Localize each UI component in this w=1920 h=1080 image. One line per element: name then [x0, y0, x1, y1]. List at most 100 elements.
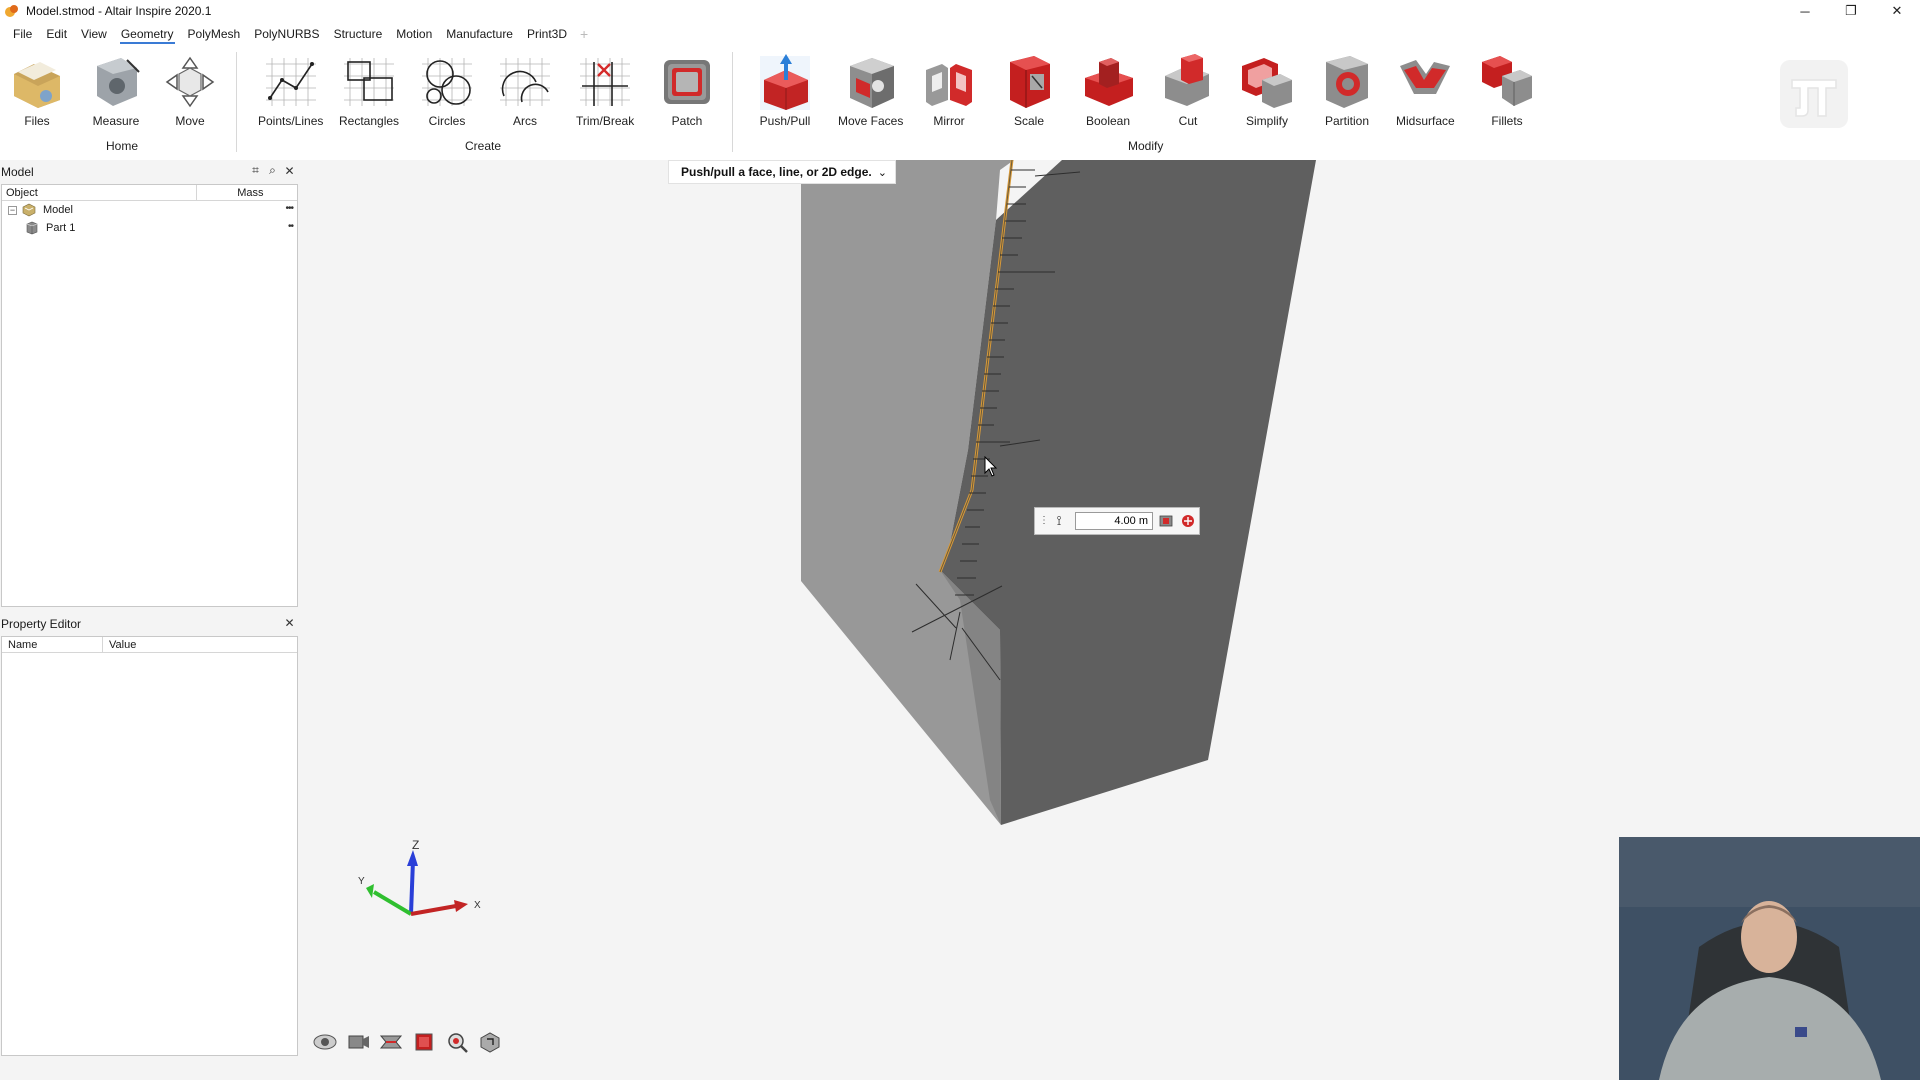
fillets-label: Fillets — [1491, 114, 1523, 128]
arcs-tool[interactable]: Arcs — [496, 52, 554, 128]
mirror-tool[interactable]: Mirror — [920, 52, 978, 128]
axis-triad[interactable]: Z Y X — [350, 840, 490, 940]
boolean-tool[interactable]: Boolean — [1079, 52, 1137, 128]
title-bar: Model.stmod - Altair Inspire 2020.1 ─ ❐ … — [0, 0, 1920, 22]
distance-microdialog: ⋮ ⟟ — [1034, 507, 1200, 535]
menu-file[interactable]: File — [6, 22, 39, 46]
property-editor-close-icon[interactable]: ✕ — [283, 616, 296, 630]
add-ribbon-tab-icon[interactable]: + — [580, 27, 594, 41]
fillets-tool[interactable]: Fillets — [1478, 52, 1536, 128]
midsurface-tool[interactable]: Midsurface — [1396, 52, 1455, 128]
drag-handle-icon[interactable]: ⋮ — [1039, 516, 1049, 526]
tool-prompt-bar[interactable]: Push/pull a face, line, or 2D edge. ⌄ — [668, 160, 896, 184]
view-orientation-icon[interactable] — [477, 1030, 503, 1054]
trim-break-icon — [580, 58, 631, 106]
property-editor-panel: Property Editor ✕ Name Value — [0, 614, 300, 1058]
window-title: Model.stmod - Altair Inspire 2020.1 — [26, 4, 212, 18]
menu-polymesh[interactable]: PolyMesh — [181, 22, 248, 46]
view-show-all-icon[interactable] — [411, 1030, 437, 1054]
tree-row-model[interactable]: − Model ••• — [2, 201, 297, 219]
minimize-button[interactable]: ─ — [1782, 0, 1828, 22]
home-group-label: Home — [106, 139, 139, 153]
mass-column-header[interactable]: Mass — [197, 185, 297, 200]
distance-input[interactable] — [1075, 512, 1153, 530]
move-tool[interactable]: Move — [161, 52, 219, 128]
menu-bar: File Edit View Geometry PolyMesh PolyNUR… — [0, 22, 1920, 46]
view-zoom-fit-icon[interactable] — [444, 1030, 470, 1054]
property-table: Name Value — [1, 636, 298, 1056]
object-column-header[interactable]: Object — [2, 185, 198, 200]
model-assembly-icon — [22, 203, 36, 217]
model-browser-search-icon[interactable]: ⌕ — [266, 163, 279, 177]
move-icon — [165, 56, 215, 108]
boolean-label: Boolean — [1085, 114, 1131, 128]
altair-app-icon — [5, 5, 18, 17]
patch-tool[interactable]: Patch — [658, 52, 716, 128]
tree-row-label: Part 1 — [46, 222, 76, 234]
view-visibility-icon[interactable] — [312, 1030, 338, 1054]
rectangles-icon — [344, 58, 395, 106]
rectangles-tool[interactable]: Rectangles — [339, 52, 399, 128]
model-tree: Object Mass − Model ••• Part 1 •• — [1, 184, 298, 607]
ribbon-separator — [732, 52, 733, 152]
arcs-icon — [500, 58, 550, 106]
menu-manufacture[interactable]: Manufacture — [439, 22, 520, 46]
z-axis-label: Z — [412, 840, 419, 852]
push-pull-both-sides-icon[interactable] — [1157, 512, 1175, 530]
circles-tool[interactable]: Circles — [418, 52, 476, 128]
cut-tool[interactable]: Cut — [1159, 52, 1217, 128]
measure-label: Measure — [92, 114, 140, 128]
property-table-header: Name Value — [2, 637, 297, 653]
scale-tool[interactable]: Scale — [1000, 52, 1058, 128]
3d-viewport[interactable]: Push/pull a face, line, or 2D edge. ⌄ ⋮ … — [300, 160, 1920, 1080]
push-pull-tool[interactable]: Push/Pull — [756, 52, 814, 128]
webcam-overlay — [1619, 837, 1920, 1080]
measure-tool[interactable]: Measure — [87, 52, 145, 128]
view-camera-icon[interactable] — [345, 1030, 371, 1054]
altair-inspire-logo-icon — [1780, 60, 1848, 128]
menu-structure[interactable]: Structure — [327, 22, 390, 46]
simplify-tool[interactable]: Simplify — [1238, 52, 1296, 128]
model-tree-header: Object Mass — [2, 185, 297, 201]
mirror-icon — [926, 64, 972, 106]
rectangles-label: Rectangles — [339, 114, 400, 128]
points-lines-tool[interactable]: Points/Lines — [258, 52, 323, 128]
model-browser-close-icon[interactable]: ✕ — [283, 164, 296, 178]
tree-row-menu-icon[interactable]: •• — [288, 221, 294, 232]
menu-print3d[interactable]: Print3D — [520, 22, 574, 46]
menu-motion[interactable]: Motion — [389, 22, 439, 46]
y-axis-label: Y — [358, 876, 365, 887]
menu-geometry[interactable]: Geometry — [114, 22, 181, 46]
name-column-header[interactable]: Name — [2, 637, 103, 652]
midsurface-label: Midsurface — [1396, 114, 1455, 128]
collapse-toggle[interactable]: − — [8, 205, 17, 215]
partition-tool[interactable]: Partition — [1318, 52, 1376, 128]
mirror-label: Mirror — [933, 114, 965, 128]
partition-icon — [1326, 56, 1368, 108]
model-browser-options-icon[interactable]: ⌗ — [249, 163, 262, 177]
scale-label: Scale — [1013, 114, 1045, 128]
partition-label: Partition — [1324, 114, 1370, 128]
restore-button[interactable]: ❐ — [1828, 0, 1874, 22]
view-section-icon[interactable] — [378, 1030, 404, 1054]
value-column-header[interactable]: Value — [103, 637, 136, 652]
push-pull-options-icon[interactable] — [1179, 512, 1197, 530]
close-button[interactable]: ✕ — [1874, 0, 1920, 22]
files-tool[interactable]: Files — [8, 52, 66, 128]
simplify-label: Simplify — [1245, 114, 1288, 128]
cut-label: Cut — [1178, 114, 1198, 128]
menu-polynurbs[interactable]: PolyNURBS — [247, 22, 326, 46]
tool-prompt-text: Push/pull a face, line, or 2D edge. — [681, 165, 872, 179]
trim-break-tool[interactable]: Trim/Break — [576, 52, 634, 128]
move-faces-tool[interactable]: Move Faces — [838, 52, 903, 128]
menu-view[interactable]: View — [74, 22, 114, 46]
create-group-label: Create — [465, 139, 502, 153]
menu-edit[interactable]: Edit — [39, 22, 74, 46]
model-browser-header: Model ⌗ ⌕ ✕ — [0, 162, 300, 182]
model-browser-title: Model — [1, 165, 34, 179]
tree-row-part-1[interactable]: Part 1 •• — [2, 219, 297, 237]
move-faces-label: Move Faces — [838, 114, 904, 128]
tree-row-menu-icon[interactable]: ••• — [285, 203, 293, 214]
push-pull-label: Push/Pull — [759, 114, 811, 128]
chevron-down-icon[interactable]: ⌄ — [878, 166, 887, 179]
